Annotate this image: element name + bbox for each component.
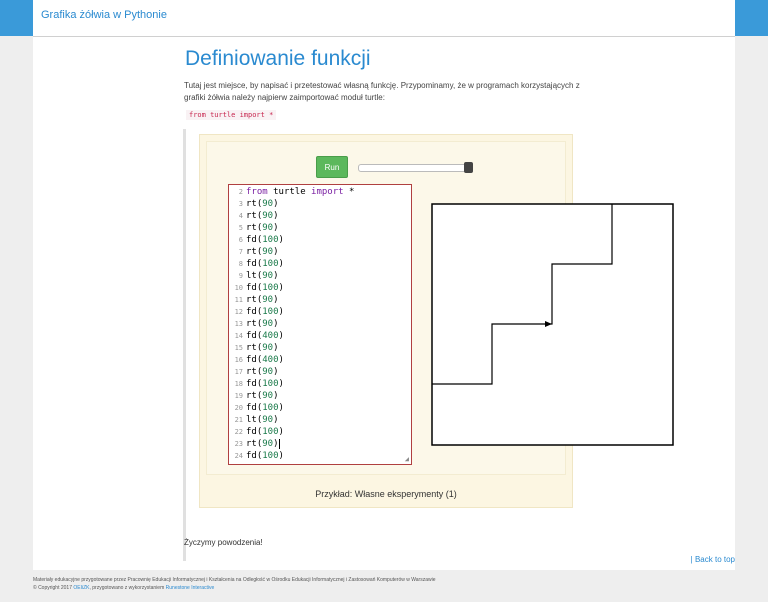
- code-line[interactable]: 9 lt(90): [229, 270, 279, 282]
- line-number: 7: [238, 248, 243, 256]
- code-text: fd(400): [246, 355, 284, 365]
- line-number: 6: [238, 236, 243, 244]
- code-line[interactable]: 22 fd(100): [229, 426, 284, 438]
- brand-link[interactable]: Grafika żółwia w Pythonie: [41, 9, 167, 21]
- line-number: 9: [238, 272, 243, 280]
- line-number: 22: [234, 428, 243, 436]
- activity-caption: Przykład: Własne eksperymenty (1): [315, 489, 457, 499]
- code-text: rt(90): [246, 223, 279, 233]
- line-number: 12: [234, 308, 243, 316]
- footer: Materiały edukacyjne przygotowane przez …: [33, 576, 735, 592]
- text-cursor: [278, 438, 280, 449]
- line-number: 5: [238, 224, 243, 232]
- code-text: fd(400): [246, 331, 284, 341]
- line-number: 3: [238, 200, 243, 208]
- line-number: 4: [238, 212, 243, 220]
- back-to-top-link[interactable]: | Back to top: [691, 555, 735, 564]
- code-text: rt(90): [246, 367, 279, 377]
- code-line[interactable]: 4 rt(90): [229, 210, 279, 222]
- code-line[interactable]: 24 fd(100): [229, 450, 284, 462]
- code-line[interactable]: 13 rt(90): [229, 318, 279, 330]
- line-number: 2: [238, 188, 243, 196]
- code-line[interactable]: 21 lt(90): [229, 414, 279, 426]
- code-line[interactable]: 11 rt(90): [229, 294, 279, 306]
- slider-handle[interactable]: [464, 162, 473, 173]
- code-text: rt(90): [246, 247, 279, 257]
- code-text: rt(90): [246, 343, 279, 353]
- closing-text: Życzymy powodzenia!: [184, 538, 263, 547]
- main-content: Definiowanie funkcji Tutaj jest miejsce,…: [33, 37, 735, 570]
- footer-oeiizk-link[interactable]: OEIiZK: [73, 585, 89, 591]
- code-line[interactable]: 5 rt(90): [229, 222, 279, 234]
- line-number: 17: [234, 368, 243, 376]
- line-number: 15: [234, 344, 243, 352]
- activity-border: [183, 129, 186, 561]
- code-line[interactable]: 15 rt(90): [229, 342, 279, 354]
- code-line[interactable]: 3 rt(90): [229, 198, 279, 210]
- import-code: from turtle import *: [186, 110, 277, 120]
- code-text: rt(90): [246, 439, 279, 449]
- navbar: Grafika żółwia w Pythonie: [33, 0, 735, 37]
- line-number: 20: [234, 404, 243, 412]
- footer-copyright: © Copyright 2017: [33, 585, 74, 591]
- speed-slider[interactable]: [358, 162, 473, 173]
- code-text: fd(100): [246, 307, 284, 317]
- code-text: rt(90): [246, 319, 279, 329]
- footer-line1: Materiały edukacyjne przygotowane przez …: [33, 577, 436, 583]
- line-number: 19: [234, 392, 243, 400]
- page-title: Definiowanie funkcji: [185, 47, 371, 70]
- code-text: rt(90): [246, 211, 279, 221]
- code-text: lt(90): [246, 415, 279, 425]
- activecode-block: Run ◢ 2 from turtle import * 3 rt(90) 4 rt(90)…: [199, 134, 674, 508]
- footer-text: , przygotowano z wykorzystaniem: [89, 585, 166, 591]
- code-line[interactable]: 10 fd(100): [229, 282, 284, 294]
- line-number: 21: [234, 416, 243, 424]
- code-line[interactable]: 19 rt(90): [229, 390, 279, 402]
- code-line[interactable]: 2 from turtle import *: [229, 186, 355, 198]
- code-editor[interactable]: ◢ 2 from turtle import * 3 rt(90) 4 rt(90) 5 rt(…: [228, 184, 412, 465]
- line-number: 10: [234, 284, 243, 292]
- code-text: fd(100): [246, 451, 284, 461]
- code-line[interactable]: 16 fd(400): [229, 354, 284, 366]
- line-number: 8: [238, 260, 243, 268]
- line-number: 23: [234, 440, 243, 448]
- code-line[interactable]: 8 fd(100): [229, 258, 284, 270]
- code-line[interactable]: 17 rt(90): [229, 366, 279, 378]
- line-number: 18: [234, 380, 243, 388]
- code-text: fd(100): [246, 379, 284, 389]
- code-text: fd(100): [246, 427, 284, 437]
- code-text: rt(90): [246, 391, 279, 401]
- code-line[interactable]: 18 fd(100): [229, 378, 284, 390]
- intro-text: Tutaj jest miejsce, by napisać i przetes…: [184, 81, 580, 102]
- line-number: 24: [234, 452, 243, 460]
- footer-line2: © Copyright 2017 OEIiZK, przygotowano z …: [33, 584, 735, 592]
- line-number: 16: [234, 356, 243, 364]
- line-number: 13: [234, 320, 243, 328]
- code-text: fd(100): [246, 235, 284, 245]
- code-text: fd(100): [246, 403, 284, 413]
- run-button[interactable]: Run: [316, 156, 348, 178]
- code-text: fd(100): [246, 259, 284, 269]
- code-line[interactable]: 7 rt(90): [229, 246, 279, 258]
- code-text: rt(90): [246, 295, 279, 305]
- code-text: rt(90): [246, 199, 279, 209]
- right-accent-bar: [735, 0, 768, 36]
- code-line[interactable]: 12 fd(100): [229, 306, 284, 318]
- code-text: from turtle import *: [246, 187, 355, 197]
- left-accent-bar: [0, 0, 33, 36]
- turtle-canvas: [431, 203, 674, 446]
- code-line[interactable]: 20 fd(100): [229, 402, 284, 414]
- activecode-panel: Run ◢ 2 from turtle import * 3 rt(90) 4 rt(90)…: [206, 141, 674, 475]
- resize-handle-icon[interactable]: ◢: [405, 455, 409, 463]
- code-line[interactable]: 6 fd(100): [229, 234, 284, 246]
- footer-runestone-link[interactable]: Runestone Interactive: [166, 585, 215, 591]
- code-text: fd(100): [246, 283, 284, 293]
- code-text: lt(90): [246, 271, 279, 281]
- code-line[interactable]: 23 rt(90): [229, 438, 280, 450]
- line-number: 14: [234, 332, 243, 340]
- line-number: 11: [234, 296, 243, 304]
- code-line[interactable]: 14 fd(400): [229, 330, 284, 342]
